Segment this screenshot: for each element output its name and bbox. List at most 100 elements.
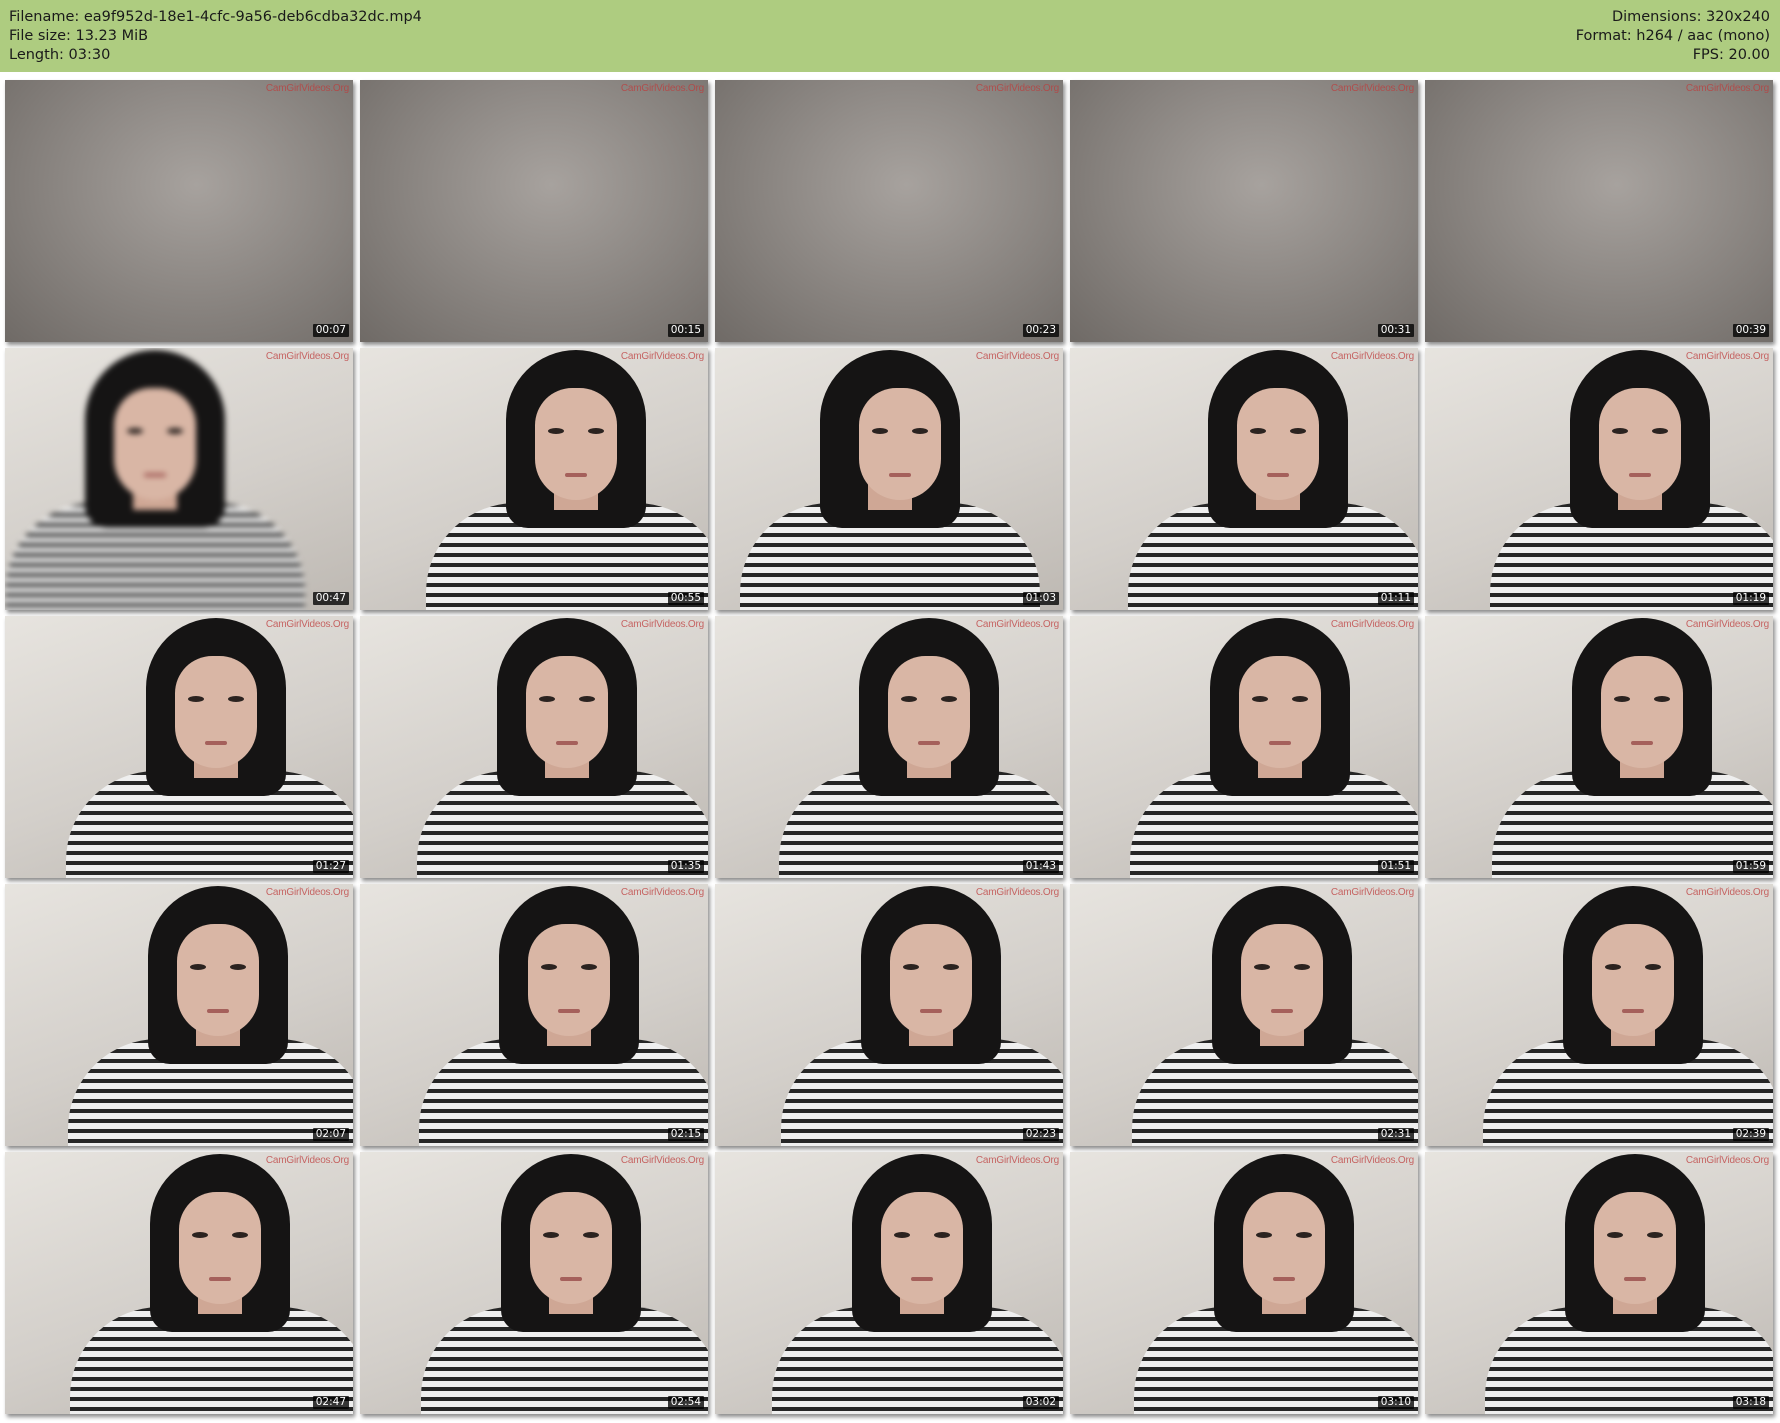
right-eye: [583, 1232, 599, 1238]
right-eye: [230, 964, 246, 970]
person-figure: [1070, 884, 1418, 1146]
timestamp-label: 01:59: [1732, 860, 1769, 873]
thumbnail-frame: [715, 80, 1063, 342]
thumbnail-frame: [1425, 616, 1773, 878]
person-figure: [360, 348, 708, 610]
left-eye: [1614, 696, 1630, 702]
video-thumbnail: CamGirlVideos.Org 01:43: [715, 616, 1063, 878]
face: [1243, 1192, 1325, 1304]
left-eye: [1254, 964, 1270, 970]
person-figure: [5, 1152, 353, 1414]
timestamp-label: 01:51: [1377, 860, 1414, 873]
right-eye: [1654, 696, 1670, 702]
video-thumbnail: CamGirlVideos.Org 03:18: [1425, 1152, 1773, 1414]
video-thumbnail: CamGirlVideos.Org 02:47: [5, 1152, 353, 1414]
face: [1592, 924, 1674, 1036]
watermark-text: CamGirlVideos.Org: [975, 351, 1059, 362]
watermark-text: CamGirlVideos.Org: [1685, 83, 1769, 94]
timestamp-label: 01:03: [1022, 592, 1059, 605]
timestamp-label: 03:02: [1022, 1396, 1059, 1409]
watermark-text: CamGirlVideos.Org: [620, 619, 704, 630]
mouth: [1624, 1277, 1646, 1281]
right-eye: [1296, 1232, 1312, 1238]
file-info: Filename: ea9f952d-18e1-4cfc-9a56-deb6cd…: [9, 8, 422, 65]
left-eye: [188, 696, 204, 702]
person-figure: [1070, 616, 1418, 878]
video-thumbnail: CamGirlVideos.Org 01:27: [5, 616, 353, 878]
timestamp-label: 02:54: [667, 1396, 704, 1409]
mouth: [565, 473, 587, 477]
thumbnail-frame: [715, 884, 1063, 1146]
timestamp-label: 00:55: [667, 592, 704, 605]
thumbnail-frame: [5, 348, 353, 610]
thumbnail-frame: [1070, 80, 1418, 342]
right-eye: [588, 428, 604, 434]
watermark-text: CamGirlVideos.Org: [975, 887, 1059, 898]
right-eye: [941, 696, 957, 702]
video-thumbnail: CamGirlVideos.Org 02:31: [1070, 884, 1418, 1146]
fps-text: FPS: 20.00: [1692, 47, 1770, 63]
mouth: [1267, 473, 1289, 477]
watermark-text: CamGirlVideos.Org: [1330, 619, 1414, 630]
left-eye: [541, 964, 557, 970]
timestamp-label: 03:10: [1377, 1396, 1414, 1409]
thumbnail-frame: [1425, 348, 1773, 610]
right-eye: [1652, 428, 1668, 434]
watermark-text: CamGirlVideos.Org: [620, 887, 704, 898]
mouth: [1273, 1277, 1295, 1281]
face: [530, 1192, 612, 1304]
thumbnail-frame: [1070, 348, 1418, 610]
media-info: Dimensions: 320x240 Format: h264 / aac (…: [1576, 8, 1770, 65]
left-eye: [543, 1232, 559, 1238]
left-eye: [190, 964, 206, 970]
watermark-text: CamGirlVideos.Org: [620, 351, 704, 362]
thumbnail-frame: [360, 1152, 708, 1414]
length-text: Length: 03:30: [9, 47, 111, 63]
person-figure: [715, 884, 1063, 1146]
thumbnail-frame: [5, 884, 353, 1146]
timestamp-label: 00:07: [312, 324, 349, 337]
watermark-text: CamGirlVideos.Org: [1330, 887, 1414, 898]
face: [179, 1192, 261, 1304]
right-eye: [1290, 428, 1306, 434]
video-thumbnail: CamGirlVideos.Org 00:23: [715, 80, 1063, 342]
left-eye: [1612, 428, 1628, 434]
format-text: Format: h264 / aac (mono): [1575, 28, 1770, 44]
person-figure: [1425, 616, 1773, 878]
left-eye: [894, 1232, 910, 1238]
watermark-text: CamGirlVideos.Org: [265, 83, 349, 94]
right-eye: [228, 696, 244, 702]
face: [114, 388, 196, 500]
left-eye: [548, 428, 564, 434]
thumbnail-frame: [1425, 884, 1773, 1146]
timestamp-label: 01:11: [1377, 592, 1414, 605]
watermark-text: CamGirlVideos.Org: [265, 887, 349, 898]
video-thumbnail: CamGirlVideos.Org 01:19: [1425, 348, 1773, 610]
watermark-text: CamGirlVideos.Org: [620, 83, 704, 94]
person-figure: [5, 348, 353, 610]
left-eye: [127, 428, 143, 434]
mouth: [889, 473, 911, 477]
timestamp-label: 03:18: [1732, 1396, 1769, 1409]
mouth: [911, 1277, 933, 1281]
video-thumbnail: CamGirlVideos.Org 02:15: [360, 884, 708, 1146]
timestamp-label: 00:31: [1377, 324, 1414, 337]
video-thumbnail: CamGirlVideos.Org 02:23: [715, 884, 1063, 1146]
face: [1241, 924, 1323, 1036]
watermark-text: CamGirlVideos.Org: [1685, 1155, 1769, 1166]
person-figure: [715, 348, 1063, 610]
info-header: Filename: ea9f952d-18e1-4cfc-9a56-deb6cd…: [0, 0, 1780, 72]
left-eye: [1250, 428, 1266, 434]
mouth: [1269, 741, 1291, 745]
video-thumbnail: CamGirlVideos.Org 01:03: [715, 348, 1063, 610]
video-thumbnail: CamGirlVideos.Org 01:35: [360, 616, 708, 878]
watermark-text: CamGirlVideos.Org: [975, 1155, 1059, 1166]
person-figure: [360, 884, 708, 1146]
timestamp-label: 01:43: [1022, 860, 1059, 873]
timestamp-label: 01:35: [667, 860, 704, 873]
left-eye: [192, 1232, 208, 1238]
thumbnail-frame: [5, 80, 353, 342]
filesize-text: File size: 13.23 MiB: [9, 28, 149, 44]
face: [1599, 388, 1681, 500]
timestamp-label: 00:47: [312, 592, 349, 605]
